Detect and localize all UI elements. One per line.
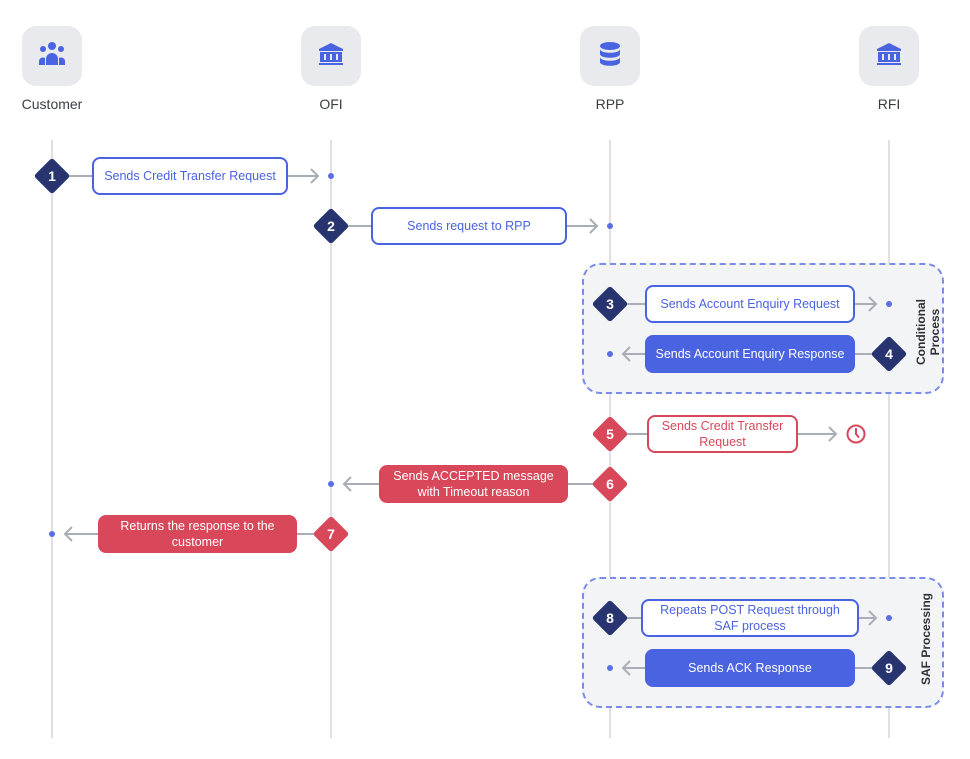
- message-box-step-1[interactable]: Sends Credit Transfer Request: [92, 157, 288, 195]
- group-label-line: Conditional: [914, 299, 928, 365]
- message-box-step-2[interactable]: Sends request to RPP: [371, 207, 567, 245]
- arrow: [621, 346, 645, 362]
- step-number: 2: [327, 218, 335, 234]
- actor-label: RFI: [877, 96, 901, 112]
- lifeline: [51, 140, 53, 738]
- arrow: [63, 526, 98, 542]
- message-box-step-9[interactable]: Sends ACK Response: [645, 649, 855, 687]
- group-label-line: Process: [928, 308, 942, 356]
- step-number: 1: [48, 168, 56, 184]
- message-text: Sends ACK Response: [688, 661, 812, 675]
- arrow: [855, 296, 878, 312]
- step-number: 9: [885, 660, 893, 676]
- actor-customer[interactable]: [22, 26, 82, 86]
- arrow: [621, 660, 645, 676]
- message-box-step-6[interactable]: Sends ACCEPTED message with Timeout reas…: [379, 465, 568, 503]
- actor-label: Customer: [21, 96, 83, 112]
- arrow: [342, 476, 379, 492]
- step-number: 6: [606, 476, 614, 492]
- actor-rfi[interactable]: [859, 26, 919, 86]
- users-icon: [37, 41, 67, 72]
- message-box-step-8[interactable]: Repeats POST Request through SAF process: [641, 599, 859, 637]
- group-saf-processing: [582, 577, 944, 708]
- message-text: Sends Account Enquiry Response: [655, 347, 845, 361]
- message-text: Sends Account Enquiry Request: [660, 297, 840, 311]
- clock-icon: [846, 424, 866, 444]
- endpoint-dot: [607, 351, 613, 357]
- message-box-step-3[interactable]: Sends Account Enquiry Request: [645, 285, 855, 323]
- step-number: 8: [606, 610, 614, 626]
- endpoint-dot: [49, 531, 55, 537]
- step-number: 4: [885, 346, 893, 362]
- step-number: 7: [327, 526, 335, 542]
- step-number: 3: [606, 296, 614, 312]
- actor-ofi[interactable]: [301, 26, 361, 86]
- endpoint-dot: [328, 481, 334, 487]
- endpoint-dot: [328, 173, 334, 179]
- message-text: Repeats POST Request through SAF process: [660, 603, 840, 633]
- group-conditional-process: [582, 263, 944, 394]
- message-box-step-5[interactable]: Sends Credit Transfer Request: [647, 415, 798, 453]
- message-box-step-4[interactable]: Sends Account Enquiry Response: [645, 335, 855, 373]
- step-number: 5: [606, 426, 614, 442]
- group-label-saf-processing: SAF Processing: [919, 579, 933, 699]
- database-icon: [599, 41, 621, 72]
- message-text: Sends Credit Transfer Request: [104, 169, 276, 183]
- message-text: Sends request to RPP: [407, 219, 531, 233]
- endpoint-dot: [886, 301, 892, 307]
- arrow: [859, 610, 878, 626]
- endpoint-dot: [607, 223, 613, 229]
- endpoint-dot: [886, 615, 892, 621]
- bank-icon: [876, 42, 902, 71]
- group-label-line: SAF Processing: [919, 592, 933, 686]
- message-text: Returns the response to the customer: [120, 519, 275, 549]
- arrow: [567, 218, 599, 234]
- arrow: [288, 168, 320, 184]
- actor-label: RPP: [595, 96, 625, 112]
- message-box-step-7[interactable]: Returns the response to the customer: [98, 515, 297, 553]
- group-label-conditional-process: Conditional Process: [914, 272, 942, 392]
- actor-rpp[interactable]: [580, 26, 640, 86]
- actor-label: OFI: [319, 96, 343, 112]
- arrow: [798, 426, 838, 442]
- endpoint-dot: [607, 665, 613, 671]
- bank-icon: [318, 42, 344, 71]
- message-text: Sends ACCEPTED message with Timeout reas…: [393, 469, 554, 499]
- message-text: Sends Credit Transfer Request: [661, 419, 784, 449]
- sequence-diagram: Conditional Process SAF Processing Custo…: [0, 0, 970, 759]
